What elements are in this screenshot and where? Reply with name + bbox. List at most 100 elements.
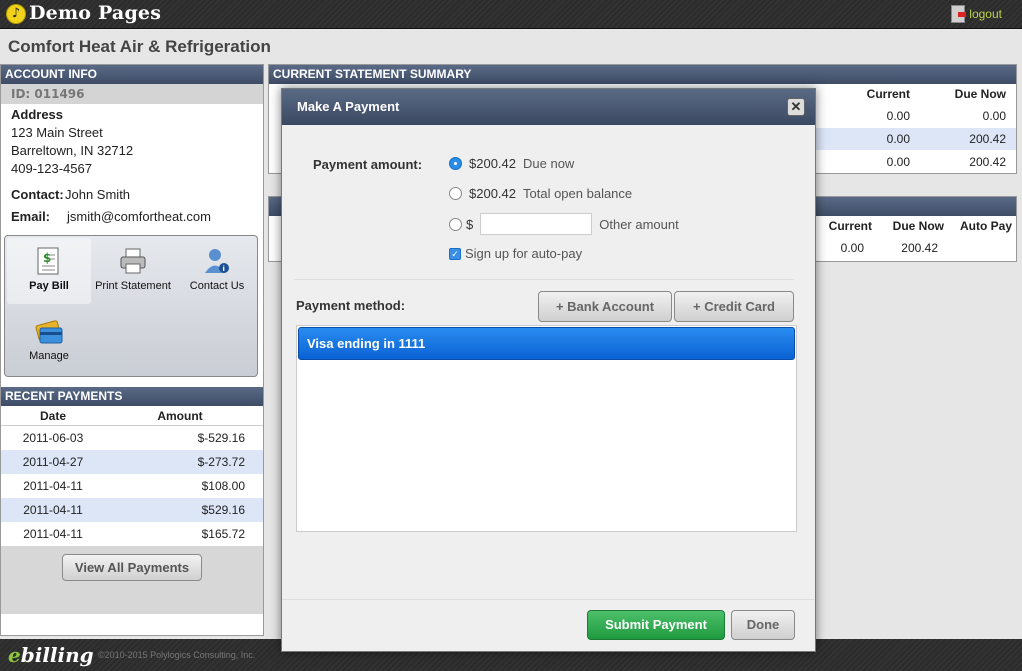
brand-title: Demo Pages — [29, 2, 162, 24]
recent-payments: RECENT PAYMENTS Date Amount 2011-06-03 $-… — [1, 387, 263, 614]
svg-text:i: i — [223, 265, 225, 273]
autopay-checkbox[interactable]: ✓ — [449, 247, 461, 260]
table-row: 2011-06-03 $-529.16 — [1, 426, 263, 450]
table-row: 0.00 200.42 — [816, 128, 1016, 150]
auto-pay-column-header: Auto Pay — [959, 219, 1012, 233]
current-value: 0.00 — [886, 109, 910, 123]
account-panel: ACCOUNT INFO ID: 011496 Address 123 Main… — [0, 64, 264, 636]
recent-payments-rows: 2011-06-03 $-529.16 2011-04-27 $-273.72 20… — [1, 426, 263, 546]
logout-label[interactable]: logout — [969, 7, 1002, 21]
pay-bill-label: Pay Bill — [29, 280, 69, 292]
pay-bill-button[interactable]: $ Pay Bill — [7, 238, 91, 304]
bill-icon: $ — [37, 247, 59, 275]
table-row: 2011-04-11 $529.16 — [1, 498, 263, 522]
due-now-value: 200.42 — [901, 241, 938, 255]
autopay-option[interactable]: ✓ Sign up for auto-pay — [449, 246, 582, 261]
auto-pay-value — [938, 241, 1006, 255]
contact-block: Contact:John Smith Email: jsmith@comforth… — [1, 180, 263, 228]
payment-amount: $-529.16 — [197, 431, 245, 445]
card-icon — [35, 320, 63, 344]
table-row: 2011-04-11 $165.72 — [1, 522, 263, 546]
radio-total-balance[interactable] — [449, 187, 462, 200]
list-item[interactable]: Visa ending in 1111 — [298, 327, 795, 360]
svg-text:$: $ — [43, 251, 51, 265]
modal-title: Make A Payment — [297, 99, 400, 114]
address-line-2: Barreltown, IN 32712 — [11, 143, 134, 158]
radio-other-amount[interactable] — [449, 217, 462, 231]
manage-label: Manage — [29, 350, 69, 362]
action-panel: $ Pay Bill Print Statement i Contact Us — [4, 235, 258, 377]
other-amount-input[interactable] — [480, 213, 593, 235]
ebilling-logo: ebilling — [8, 643, 94, 667]
ebilling-logo-text: billing — [20, 643, 94, 667]
print-statement-button[interactable]: Print Statement — [91, 246, 175, 292]
current-column-header: Current — [866, 87, 910, 101]
payment-date: 2011-04-11 — [23, 527, 83, 541]
table-row: 0.00 200.42 — [816, 241, 1016, 255]
manage-button[interactable]: Manage — [7, 316, 91, 362]
option-desc: Other amount — [599, 216, 679, 232]
option-total-balance[interactable]: $200.42 Total open balance — [449, 186, 632, 201]
divider — [294, 279, 794, 280]
table-row: 2011-04-11 $108.00 — [1, 474, 263, 498]
option-amount: $200.42 — [469, 186, 516, 201]
divider — [282, 599, 815, 600]
view-all-payments-button[interactable]: View All Payments — [61, 554, 203, 581]
contact-us-button[interactable]: i Contact Us — [175, 246, 259, 292]
add-bank-account-button[interactable]: + Bank Account — [538, 291, 672, 322]
due-now-value: 200.42 — [969, 132, 1006, 146]
current-column-header: Current — [828, 219, 872, 233]
account-info-header: ACCOUNT INFO — [1, 65, 263, 84]
due-now-column-header: Due Now — [892, 219, 944, 233]
payment-date: 2011-04-11 — [23, 479, 83, 493]
email-value: jsmith@comfortheat.com — [67, 209, 211, 224]
table-row: 2011-04-27 $-273.72 — [1, 450, 263, 474]
due-now-value: 200.42 — [969, 155, 1006, 169]
payment-method-list: Visa ending in 1111 — [296, 325, 797, 532]
logout-icon — [951, 5, 967, 23]
option-desc: Due now — [523, 156, 575, 171]
due-now-value: 0.00 — [982, 109, 1006, 123]
payment-amount: $529.16 — [201, 503, 245, 517]
radio-due-now[interactable] — [449, 157, 462, 170]
option-amount: $ — [466, 216, 474, 232]
date-column-header: Date — [39, 409, 66, 423]
option-due-now[interactable]: $200.42 Due now — [449, 156, 574, 171]
payment-date: 2011-06-03 — [22, 431, 84, 445]
statement-columns: Current Due Now — [816, 87, 1016, 101]
table-row: 0.00 200.42 — [816, 151, 1016, 173]
address-label: Address — [11, 107, 64, 122]
contact-label: Contact: — [11, 187, 64, 202]
payment-date: 2011-04-11 — [23, 503, 83, 517]
address-block: Address 123 Main Street Barreltown, IN 3… — [1, 104, 263, 180]
table-row: 0.00 0.00 — [816, 105, 1016, 127]
ebilling-logo-e: e — [8, 643, 21, 667]
done-button[interactable]: Done — [731, 610, 795, 640]
current-value: 0.00 — [886, 155, 910, 169]
payment-date: 2011-04-27 — [22, 455, 84, 469]
statement-summary-header: CURRENT STATEMENT SUMMARY — [269, 65, 1016, 84]
option-desc: Total open balance — [523, 186, 633, 201]
option-other-amount[interactable]: $ Other amount — [449, 213, 679, 235]
recent-payments-header: RECENT PAYMENTS — [1, 387, 263, 406]
logout-link[interactable]: logout — [951, 5, 1002, 23]
printer-icon — [120, 248, 146, 274]
brand-logo-icon: ♪ — [6, 4, 26, 24]
close-icon[interactable]: ✕ — [787, 98, 805, 116]
company-name: Comfort Heat Air & Refrigeration — [8, 37, 271, 56]
recent-payments-columns: Date Amount — [1, 406, 263, 426]
add-credit-card-button[interactable]: + Credit Card — [674, 291, 794, 322]
payment-modal: Make A Payment ✕ Payment amount: $200.42… — [281, 88, 816, 652]
payment-amount: $165.72 — [201, 527, 245, 541]
address-line-3: 409-123-4567 — [11, 161, 92, 176]
submit-payment-button[interactable]: Submit Payment — [587, 610, 725, 640]
payment-method-label: Payment method: — [296, 298, 406, 313]
amount-column-header: Amount — [157, 409, 203, 423]
option-amount: $200.42 — [469, 156, 516, 171]
contact-icon: i — [205, 249, 229, 273]
current-value: 0.00 — [886, 132, 910, 146]
payment-amount: $-273.72 — [197, 455, 245, 469]
statement-detail-columns: Current Due Now Auto Pay — [816, 219, 1016, 233]
autopay-label: Sign up for auto-pay — [465, 246, 583, 261]
contact-us-label: Contact Us — [189, 280, 245, 292]
